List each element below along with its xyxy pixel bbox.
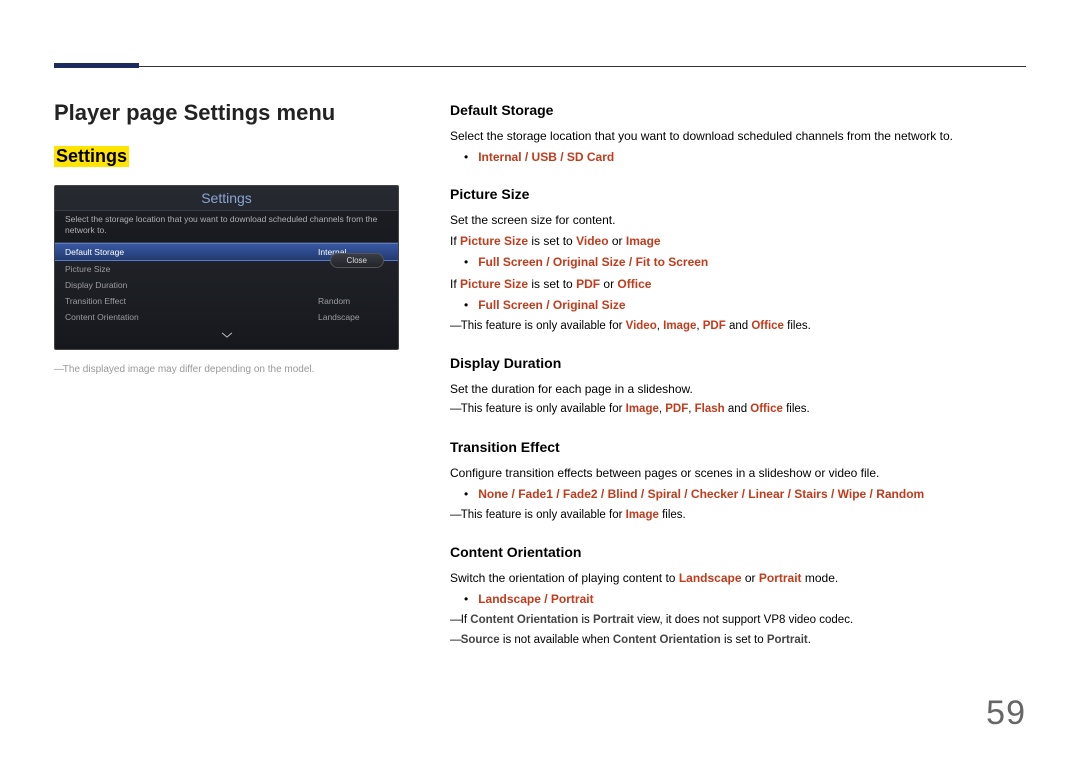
page-number: 59 xyxy=(986,694,1026,733)
note-orientation-2: Source is not available when Content Ori… xyxy=(450,632,1030,649)
text-picture-size-desc: Set the screen size for content. xyxy=(450,211,1030,229)
heading-display-duration: Display Duration xyxy=(450,353,1030,374)
option-picture-size-2: Full Screen / Original Size xyxy=(478,298,625,312)
chevron-down-icon xyxy=(220,330,234,340)
option-transition: None / Fade1 / Fade2 / Blind / Spiral / … xyxy=(478,487,924,501)
settings-screenshot-panel: Settings Select the storage location tha… xyxy=(54,185,399,350)
panel-title: Settings xyxy=(55,186,398,210)
heading-default-storage: Default Storage xyxy=(450,100,1030,121)
option-picture-size-1: Full Screen / Original Size / Fit to Scr… xyxy=(478,255,708,269)
heading-transition-effect: Transition Effect xyxy=(450,437,1030,458)
section-marker xyxy=(54,63,139,68)
panel-row-content-orientation: Content Orientation Landscape xyxy=(55,309,398,325)
text-transition-desc: Configure transition effects between pag… xyxy=(450,464,1030,482)
text-display-duration-desc: Set the duration for each page in a slid… xyxy=(450,380,1030,398)
panel-chevron-down xyxy=(55,325,398,349)
note-picture-size: This feature is only available for Video… xyxy=(450,318,1030,335)
heading-picture-size: Picture Size xyxy=(450,184,1030,205)
panel-row-label: Display Duration xyxy=(65,280,318,290)
panel-row-label: Picture Size xyxy=(65,264,318,274)
panel-row-value xyxy=(318,280,388,290)
right-column: Default Storage Select the storage locat… xyxy=(450,100,1030,652)
note-display-duration: This feature is only available for Image… xyxy=(450,401,1030,418)
close-button[interactable]: Close xyxy=(330,253,384,268)
text-picture-size-cond1: If Picture Size is set to Video or Image xyxy=(450,232,1030,250)
screenshot-caption: The displayed image may differ depending… xyxy=(54,364,404,375)
panel-row-label: Content Orientation xyxy=(65,312,318,322)
section-heading-settings: Settings xyxy=(54,146,129,167)
text-default-storage-desc: Select the storage location that you wan… xyxy=(450,127,1030,145)
text-picture-size-cond2: If Picture Size is set to PDF or Office xyxy=(450,275,1030,293)
option-default-storage: Internal / USB / SD Card xyxy=(478,150,614,164)
panel-row-transition-effect: Transition Effect Random xyxy=(55,293,398,309)
page-title: Player page Settings menu xyxy=(54,100,404,126)
heading-content-orientation: Content Orientation xyxy=(450,542,1030,563)
top-horizontal-rule xyxy=(54,66,1026,67)
option-orientation: Landscape / Portrait xyxy=(478,592,593,606)
text-orientation-desc: Switch the orientation of playing conten… xyxy=(450,569,1030,587)
note-orientation-1: If Content Orientation is Portrait view,… xyxy=(450,612,1030,629)
panel-row-display-duration: Display Duration xyxy=(55,277,398,293)
left-column: Player page Settings menu Settings Setti… xyxy=(54,100,404,375)
panel-row-value: Random xyxy=(318,296,388,306)
note-transition: This feature is only available for Image… xyxy=(450,507,1030,524)
panel-row-label: Transition Effect xyxy=(65,296,318,306)
panel-row-value: Landscape xyxy=(318,312,388,322)
panel-row-label: Default Storage xyxy=(65,247,318,257)
panel-description: Select the storage location that you wan… xyxy=(55,210,398,243)
